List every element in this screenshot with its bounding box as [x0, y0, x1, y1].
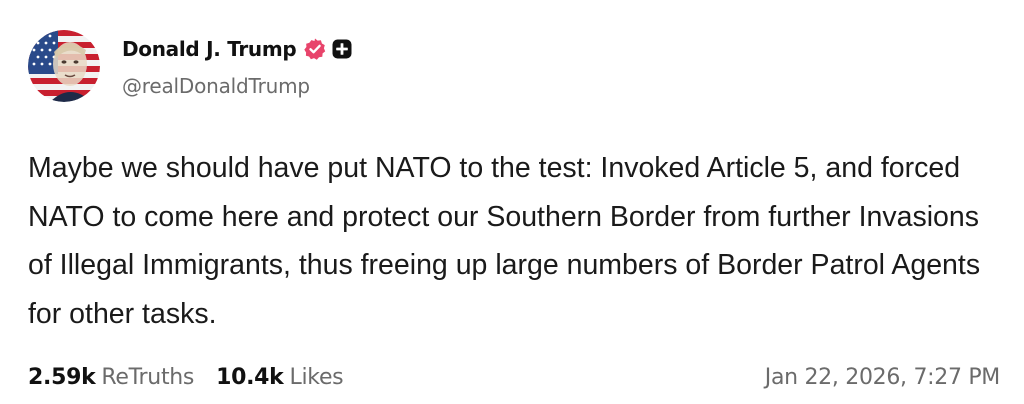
- avatar-image: [28, 30, 100, 102]
- likes-stat[interactable]: 10.4k Likes: [216, 364, 344, 390]
- author-display-name[interactable]: Donald J. Trump: [122, 37, 297, 61]
- retruths-count: 2.59k: [28, 364, 96, 390]
- post-timestamp[interactable]: Jan 22, 2026, 7:27 PM: [765, 365, 1001, 390]
- likes-label: Likes: [289, 364, 344, 390]
- post-body-text: Maybe we should have put NATO to the tes…: [28, 152, 981, 330]
- plus-badge-icon: [332, 39, 352, 59]
- author-name-row: Donald J. Trump: [122, 34, 352, 64]
- verified-badge-icon: [303, 37, 327, 61]
- likes-count: 10.4k: [216, 364, 284, 390]
- author-handle[interactable]: @realDonaldTrump: [122, 74, 310, 98]
- avatar[interactable]: [28, 30, 100, 102]
- retruths-label: ReTruths: [101, 364, 195, 390]
- post-footer: 2.59k ReTruths 10.4k Likes Jan 22, 2026,…: [28, 357, 1000, 397]
- retruths-stat[interactable]: 2.59k ReTruths: [28, 365, 194, 390]
- truth-post: Donald J. Trump @realDonaldTrump Maybe w…: [0, 0, 1024, 404]
